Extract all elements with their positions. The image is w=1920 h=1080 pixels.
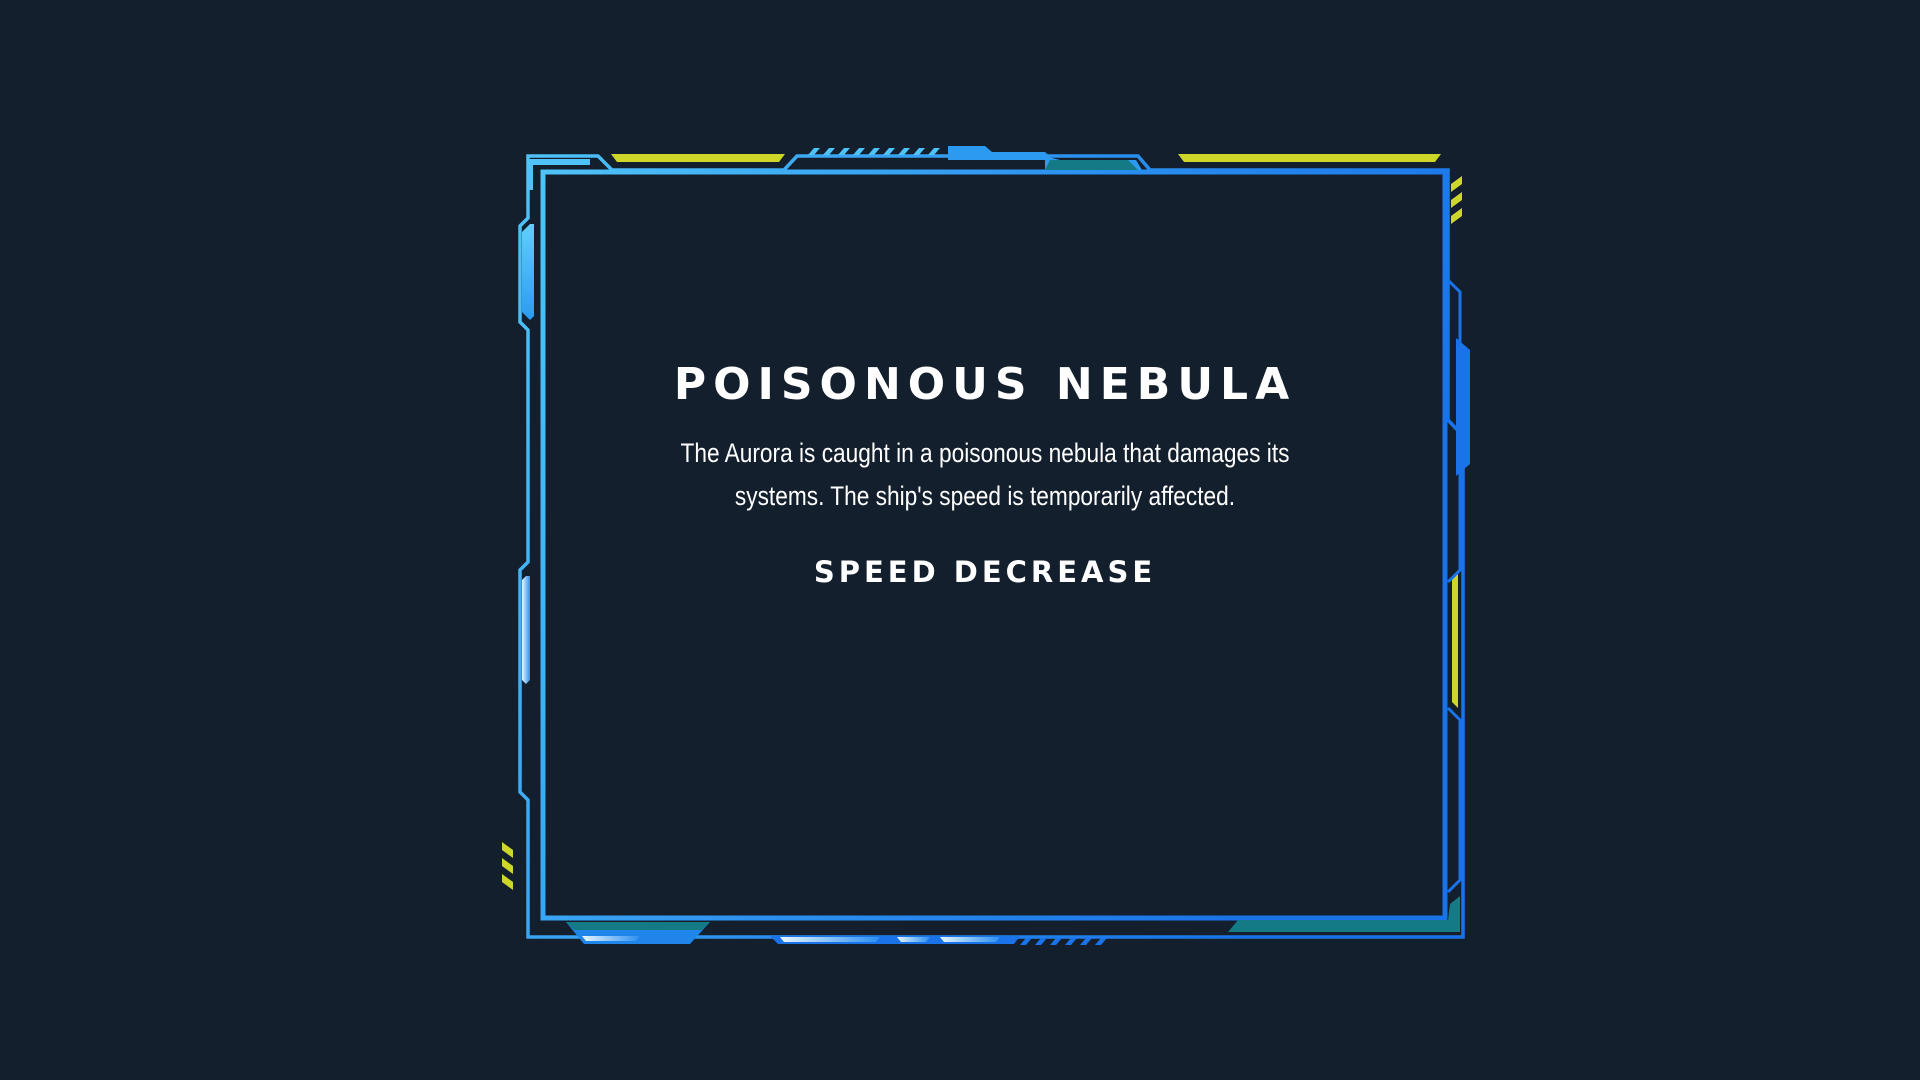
right-yellow-chevrons (1451, 176, 1462, 224)
event-title: POISONOUS NEBULA (673, 359, 1297, 410)
top-left-bracket (527, 159, 590, 190)
inner-frame-border (540, 169, 1448, 921)
right-lower-bracket (1446, 706, 1462, 894)
event-description: The Aurora is caught in a poisonous nebu… (680, 438, 1290, 511)
bottom-left-glow (582, 936, 640, 941)
left-side-glow (522, 576, 530, 684)
bottom-left-teal (566, 922, 710, 930)
left-side-accent (522, 224, 534, 320)
bottom-center-glow-1 (780, 937, 880, 942)
top-yellow-bar-right (1178, 154, 1441, 162)
bottom-center-glow-3 (940, 937, 1000, 942)
outer-frame-border (518, 154, 1465, 939)
right-side-accent (1456, 338, 1470, 476)
event-effect-label: SPEED DECREASE (813, 555, 1157, 589)
bottom-right-teal-bar (1228, 896, 1460, 932)
top-teal-tab (1045, 160, 1138, 170)
right-yellow-bar (1452, 574, 1458, 708)
left-yellow-chevrons (502, 842, 513, 890)
top-yellow-bar-left (611, 154, 785, 162)
top-hatch-marks (808, 148, 940, 155)
bottom-center-glow-2 (897, 937, 930, 942)
event-panel-frame (502, 146, 1470, 945)
bottom-hatch-marks (1020, 938, 1107, 945)
